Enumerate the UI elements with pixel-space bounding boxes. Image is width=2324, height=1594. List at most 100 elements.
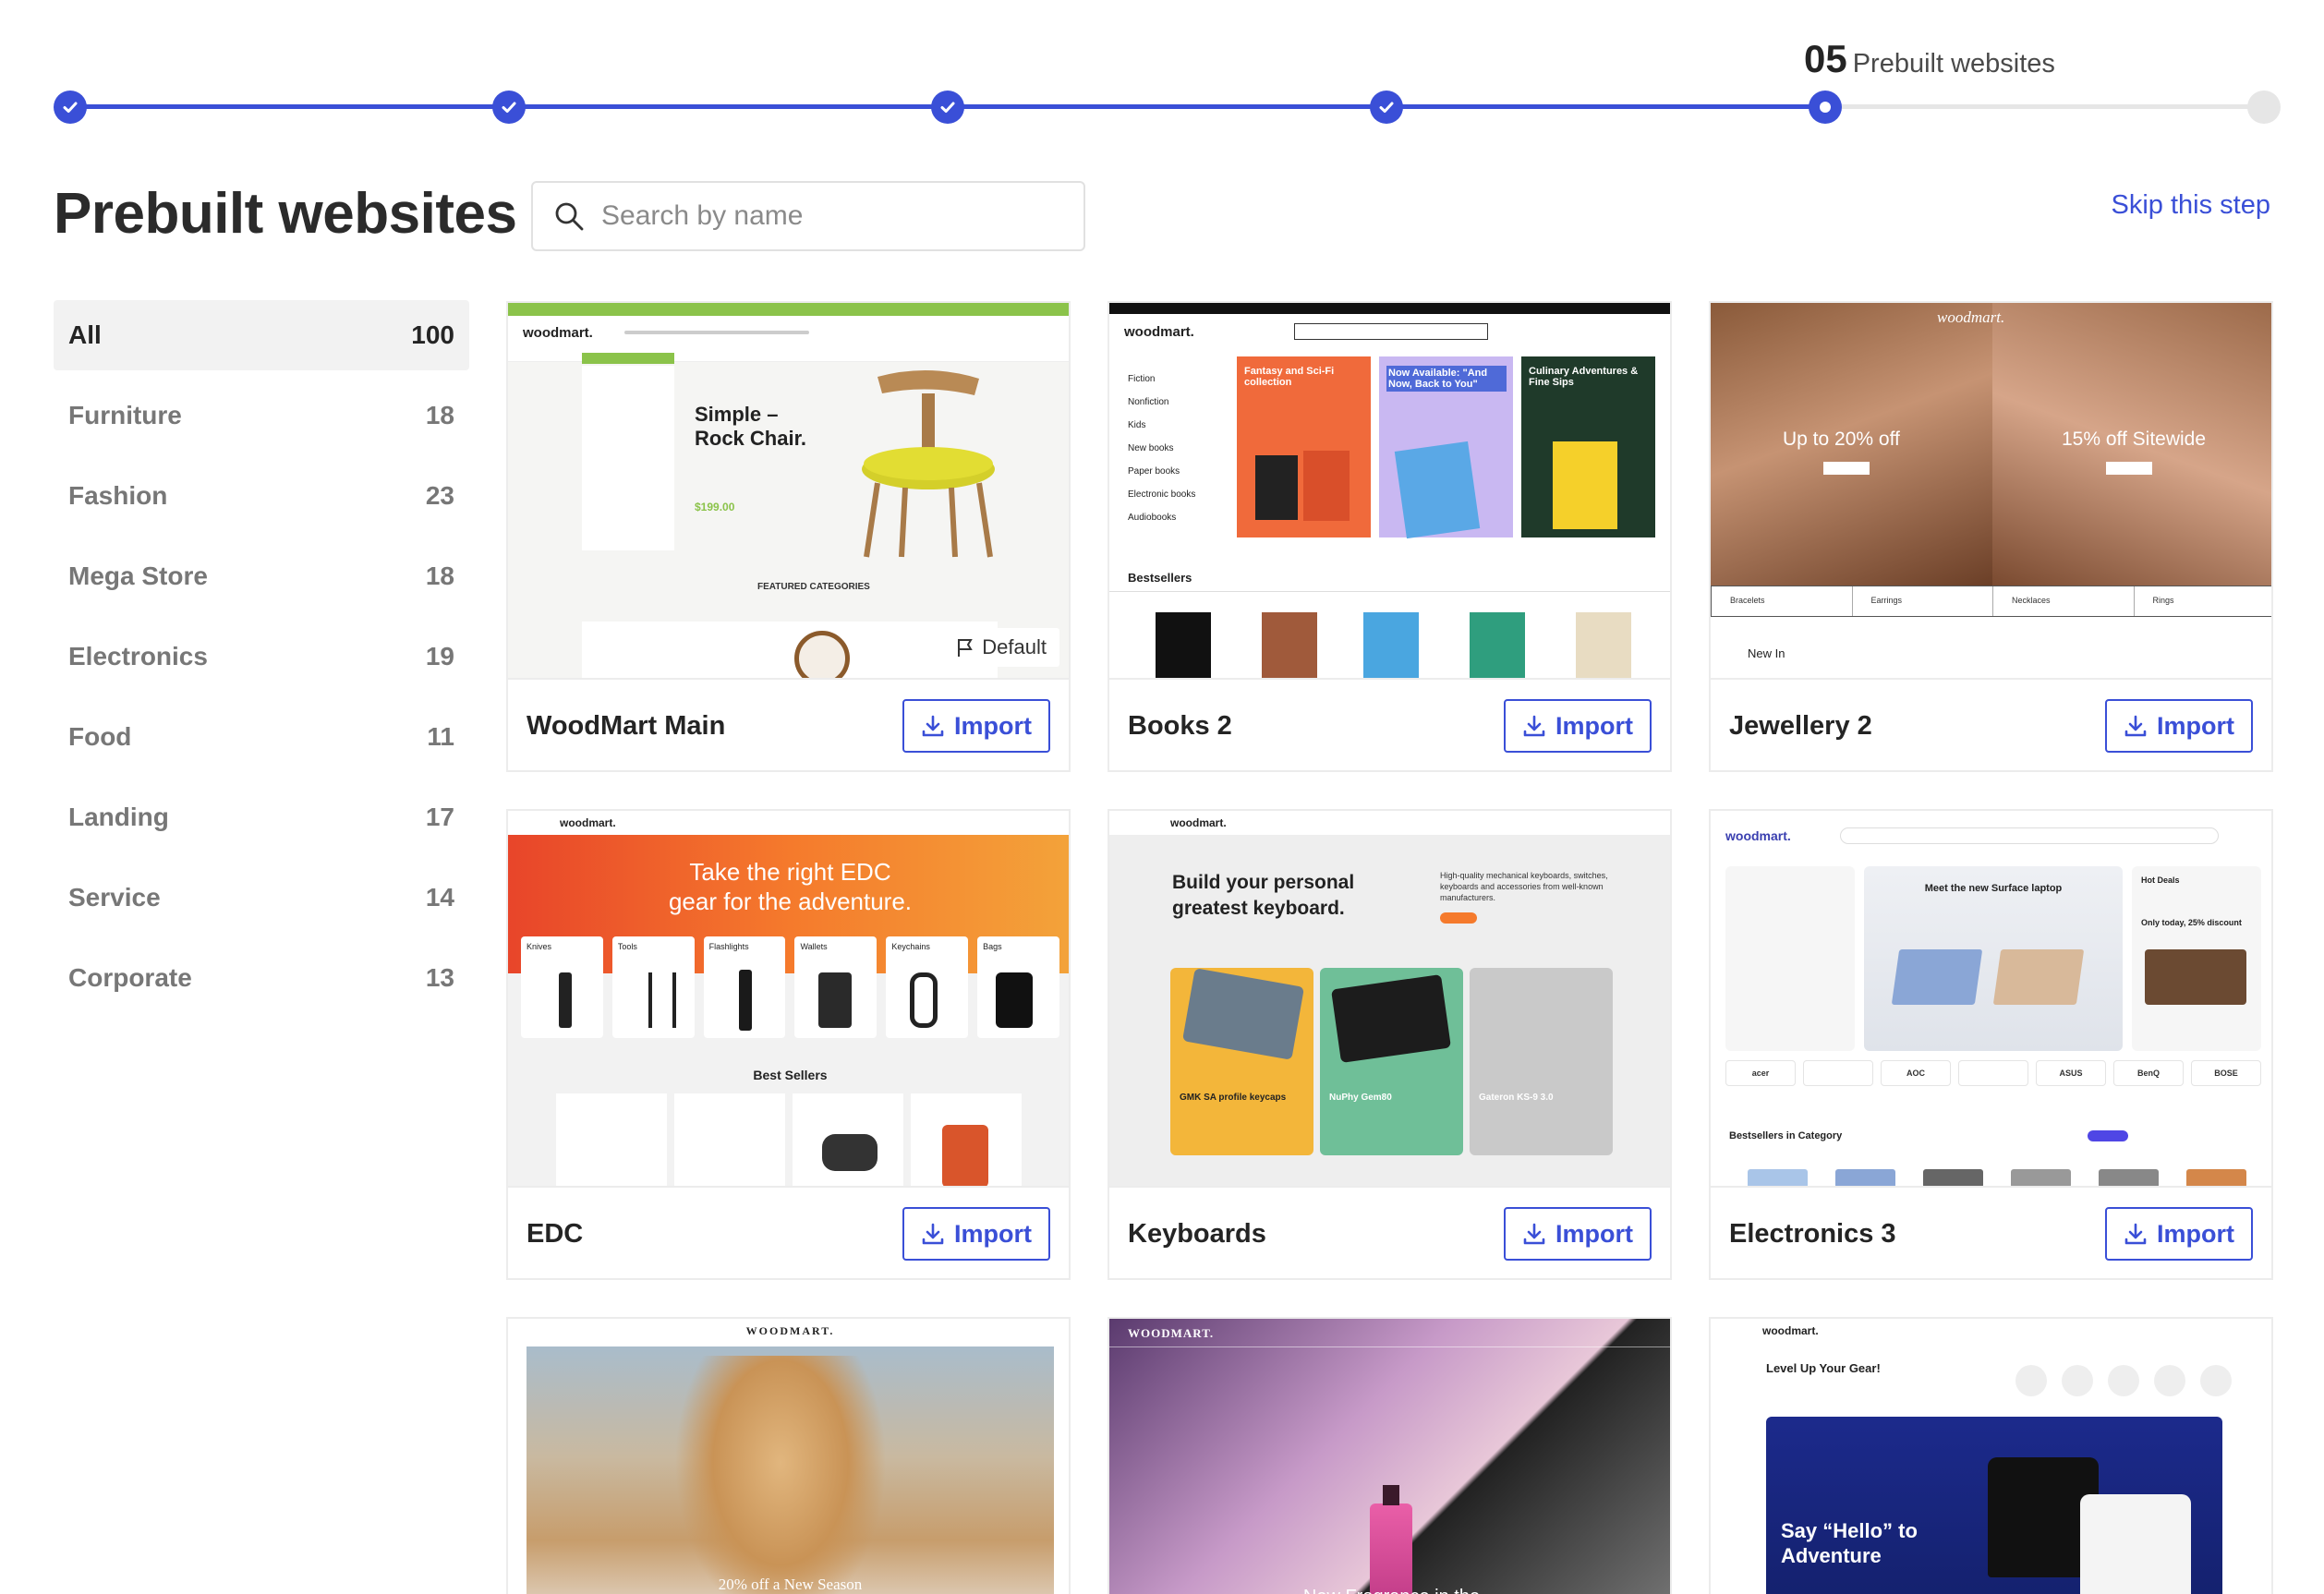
category-label: Service: [68, 883, 161, 912]
category-mega-store[interactable]: Mega Store 18: [54, 541, 469, 611]
preview-deal-text: Only today, 25% discount: [2141, 918, 2242, 927]
import-button-label: Import: [1555, 711, 1633, 740]
site-card-footer: EDC Import: [508, 1188, 1069, 1278]
site-preview-image[interactable]: woodmart. Build your personal greatest k…: [1109, 811, 1670, 1188]
preview-tile-title: Gateron KS-9 3.0: [1479, 1093, 1554, 1103]
category-landing[interactable]: Landing 17: [54, 782, 469, 852]
preview-category-tiles: Knives Tools Flashlights Wallets Keychai…: [521, 936, 1059, 1038]
step-2-complete-icon[interactable]: [492, 91, 526, 124]
category-fashion[interactable]: Fashion 23: [54, 461, 469, 531]
category-electronics[interactable]: Electronics 19: [54, 622, 469, 692]
preview-banner: Now Available: "And Now, Back to You": [1386, 366, 1507, 392]
current-step-number: 05: [1804, 37, 1847, 80]
site-preview-image[interactable]: woodmart. Simple – Rock Chair. $199.00 F…: [508, 303, 1069, 680]
search-icon: [555, 202, 584, 231]
category-count: 18: [425, 401, 454, 429]
import-button[interactable]: Import: [902, 1207, 1050, 1261]
step-connector: [509, 104, 948, 109]
site-card[interactable]: woodmart. Take the right EDC gear for th…: [506, 809, 1071, 1280]
preview-logo: woodmart.: [560, 816, 616, 829]
category-count: 18: [425, 562, 454, 590]
category-label: Landing: [68, 803, 169, 831]
site-preview-image[interactable]: woodmart. Fiction Nonfiction Kids New bo…: [1109, 303, 1670, 680]
step-connector: [70, 104, 509, 109]
download-icon: [922, 715, 944, 737]
step-1-complete-icon[interactable]: [54, 91, 87, 124]
site-preview-image[interactable]: woodmart. Up to 20% off 15% off Sitewide…: [1711, 303, 2271, 680]
site-name: EDC: [527, 1218, 584, 1249]
category-all[interactable]: All 100: [54, 300, 469, 370]
category-label: Mega Store: [68, 562, 208, 590]
import-button-label: Import: [2157, 1219, 2234, 1248]
category-count: 14: [425, 883, 454, 912]
setup-progress-stepper: 05 Prebuilt websites: [54, 37, 2281, 129]
site-card[interactable]: WOODMART. 20% off a New Season: [506, 1317, 1071, 1594]
site-card[interactable]: woodmart. Meet the new Surface laptop Ho…: [1709, 809, 2273, 1280]
download-icon: [1523, 1223, 1545, 1245]
import-button[interactable]: Import: [1504, 1207, 1652, 1261]
site-card-footer: Books 2 Import: [1109, 680, 1670, 770]
preview-hot-deals: Hot Deals: [2141, 875, 2180, 885]
category-count: 11: [427, 722, 454, 751]
preview-tile-title: NuPhy Gem80: [1329, 1093, 1392, 1103]
preview-hero-title: Build your personal greatest keyboard.: [1172, 872, 1355, 919]
site-card[interactable]: woodmart. Simple – Rock Chair. $199.00 F…: [506, 301, 1071, 772]
import-button[interactable]: Import: [1504, 699, 1652, 753]
site-card[interactable]: woodmart. Fiction Nonfiction Kids New bo…: [1108, 301, 1672, 772]
preview-promo: New Fragrance in the: [1109, 1587, 1670, 1594]
flag-icon: [958, 639, 974, 657]
import-button[interactable]: Import: [2105, 699, 2253, 753]
preview-brand-row: acer AOC ASUS BenQ BOSE: [1725, 1060, 2261, 1086]
preview-hero-subtitle: High-quality mechanical keyboards, switc…: [1440, 871, 1608, 902]
site-card[interactable]: woodmart. Level Up Your Gear! Say “Hello…: [1709, 1317, 2273, 1594]
skip-step-link[interactable]: Skip this step: [2112, 190, 2270, 221]
preview-logo: woodmart.: [1725, 828, 1791, 843]
preview-side-menu: Fiction Nonfiction Kids New books Paper …: [1128, 374, 1196, 523]
page-title: Prebuilt websites: [54, 182, 517, 246]
search-input[interactable]: [601, 200, 1063, 232]
import-button-label: Import: [1555, 1219, 1633, 1248]
category-label: Fashion: [68, 481, 168, 510]
current-step-label: 05 Prebuilt websites: [1804, 37, 2055, 81]
site-card-footer: Jewellery 2 Import: [1711, 680, 2271, 770]
category-corporate[interactable]: Corporate 13: [54, 943, 469, 1013]
category-label: Furniture: [68, 401, 182, 429]
site-card-footer: WoodMart Main Import: [508, 680, 1069, 770]
site-card[interactable]: woodmart. Up to 20% off 15% off Sitewide…: [1709, 301, 2273, 772]
category-furniture[interactable]: Furniture 18: [54, 380, 469, 451]
category-label: Food: [68, 722, 132, 751]
category-count: 100: [411, 320, 454, 349]
preview-tabs: Bracelets Earrings Necklaces Rings: [1711, 586, 2271, 617]
site-preview-image[interactable]: woodmart. Take the right EDC gear for th…: [508, 811, 1069, 1188]
step-5-current-dot: [1809, 91, 1842, 124]
import-button[interactable]: Import: [2105, 1207, 2253, 1261]
preview-logo: woodmart.: [1762, 1324, 1819, 1337]
preview-hero-title: Say “Hello” to Adventure: [1781, 1519, 1918, 1567]
category-count: 23: [425, 481, 454, 510]
category-food[interactable]: Food 11: [54, 702, 469, 772]
site-name: Jewellery 2: [1729, 710, 1872, 741]
site-preview-image[interactable]: woodmart. Level Up Your Gear! Say “Hello…: [1711, 1319, 2271, 1594]
prebuilt-site-grid: woodmart. Simple – Rock Chair. $199.00 F…: [506, 301, 2273, 1594]
download-icon: [2124, 1223, 2147, 1245]
site-name: WoodMart Main: [527, 710, 726, 741]
step-connector: [948, 104, 1386, 109]
preview-section-title: Bestsellers in Category: [1729, 1130, 1843, 1141]
category-count: 19: [425, 642, 454, 670]
site-preview-image[interactable]: woodmart. Meet the new Surface laptop Ho…: [1711, 811, 2271, 1188]
step-4-complete-icon[interactable]: [1370, 91, 1403, 124]
site-card[interactable]: woodmart. Build your personal greatest k…: [1108, 809, 1672, 1280]
import-button-label: Import: [954, 1219, 1032, 1248]
category-service[interactable]: Service 14: [54, 863, 469, 933]
search-box[interactable]: [531, 181, 1085, 251]
preview-section-title: New In: [1748, 646, 1785, 660]
step-connector: [1386, 104, 1825, 109]
import-button[interactable]: Import: [902, 699, 1050, 753]
site-preview-image[interactable]: WOODMART. New Fragrance in the: [1109, 1319, 1670, 1594]
site-name: Books 2: [1128, 710, 1232, 741]
step-connector: [1825, 104, 2264, 109]
preview-logo: woodmart.: [1124, 323, 1194, 340]
site-preview-image[interactable]: WOODMART. 20% off a New Season: [508, 1319, 1069, 1594]
site-card[interactable]: WOODMART. New Fragrance in the: [1108, 1317, 1672, 1594]
step-3-complete-icon[interactable]: [931, 91, 964, 124]
